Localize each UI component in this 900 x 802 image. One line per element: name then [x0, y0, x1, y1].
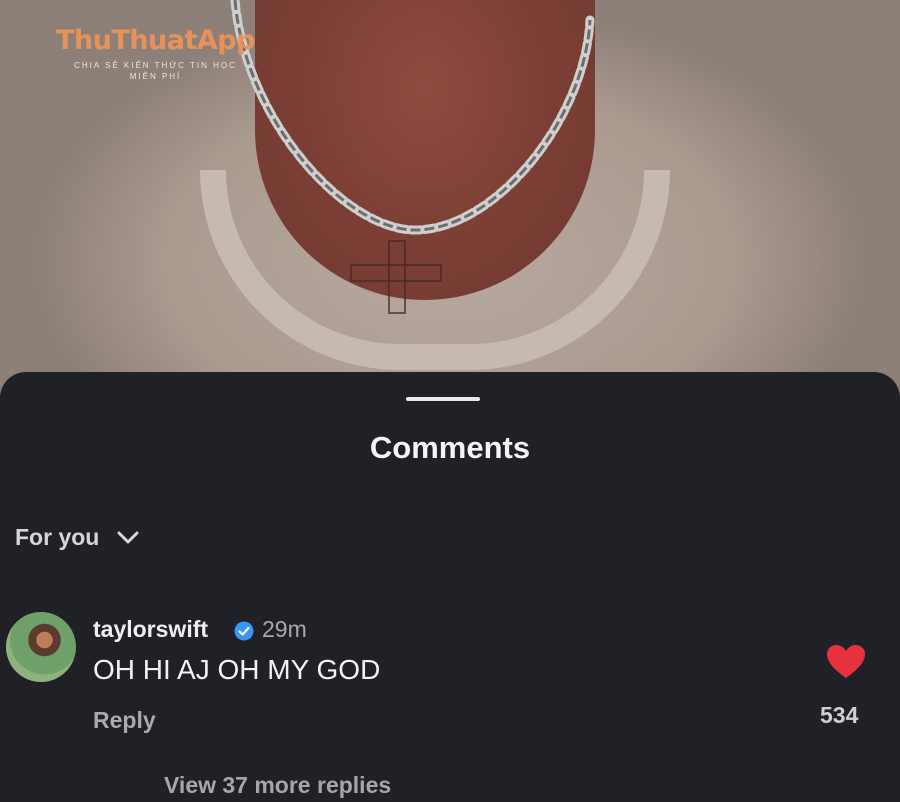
- comment-text: OH HI AJ OH MY GOD: [93, 654, 381, 685]
- watermark-subtitle: CHIA SẺ KIẾN THỨC TIN HỌC MIỄN PHÍ: [48, 60, 263, 82]
- filter-label: For you: [15, 524, 100, 550]
- comment-timestamp: 29m: [262, 616, 307, 642]
- view-more-replies-button[interactable]: View 37 more replies: [164, 772, 391, 799]
- comments-sheet: Comments For you taylorswift 29m OH HI A…: [0, 372, 900, 798]
- cross-tattoo: [350, 240, 442, 314]
- comments-title: Comments: [369, 430, 531, 465]
- watermark-logo: ThuThuatApp CHIA SẺ KIẾN THỨC TIN HỌC MI…: [48, 24, 263, 82]
- chain-necklace: [230, 0, 595, 235]
- comment-username[interactable]: taylorswift: [93, 616, 208, 643]
- sheet-drag-handle[interactable]: [406, 397, 480, 401]
- comment-sort-filter[interactable]: For you: [15, 524, 139, 551]
- watermark-subtitle-line1: CHIA SẺ KIẾN THỨC TIN HỌC: [74, 61, 237, 70]
- watermark-subtitle-line2: MIỄN PHÍ: [129, 72, 182, 81]
- watermark-title: ThuThuatApp: [56, 25, 255, 56]
- like-count: 534: [820, 702, 859, 728]
- verified-badge-icon: [234, 621, 254, 641]
- heart-icon[interactable]: [826, 644, 866, 680]
- avatar[interactable]: [6, 612, 76, 682]
- comment-item: taylorswift 29m OH HI AJ OH MY GOD Reply…: [0, 612, 900, 802]
- reply-button[interactable]: Reply: [93, 707, 156, 734]
- chevron-down-icon: [117, 531, 139, 543]
